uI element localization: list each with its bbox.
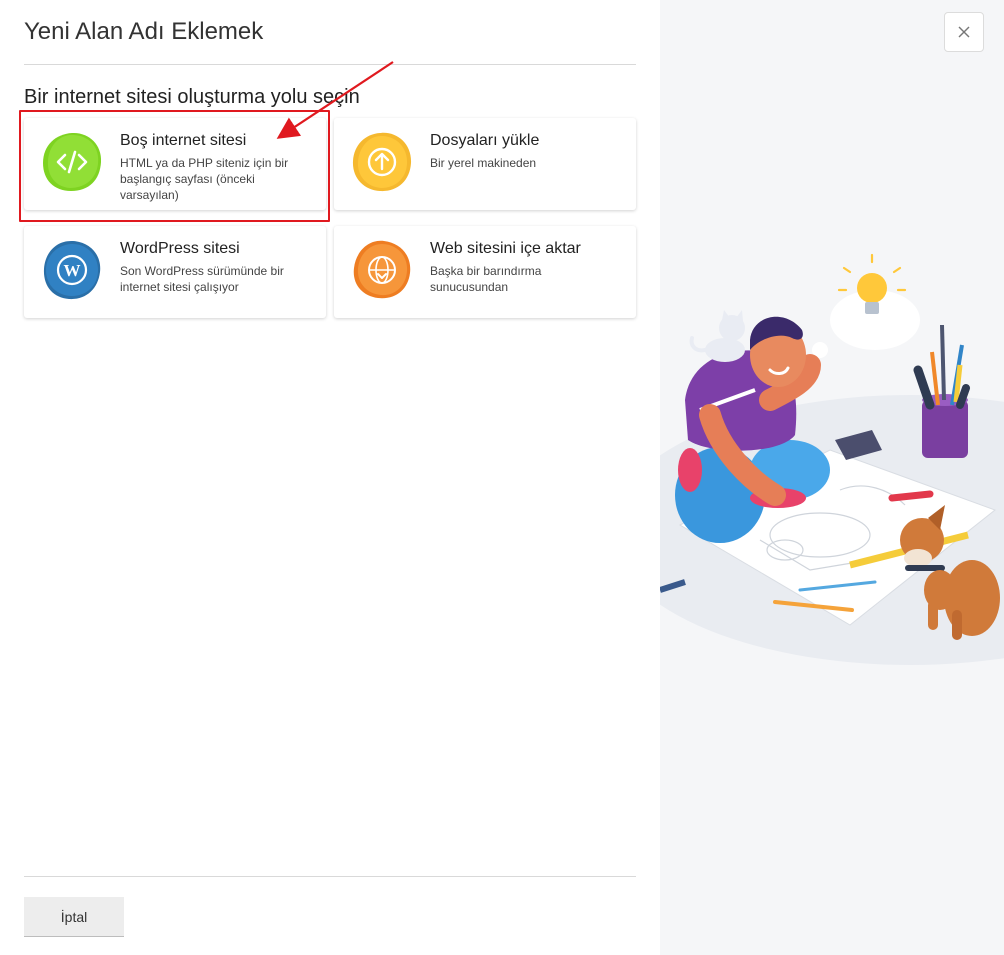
option-title: Web sitesini içe aktar [430, 240, 581, 257]
option-title: WordPress sitesi [120, 240, 240, 257]
option-description: Başka bir barındırma sunucusundan [430, 264, 542, 294]
option-card-wordpress[interactable]: W WordPress sitesi Son WordPress sürümün… [24, 226, 326, 318]
option-title: Dosyaları yükle [430, 132, 540, 149]
wordpress-icon: W [43, 240, 101, 300]
dialog-main-panel: Yeni Alan Adı Eklemek Bir internet sites… [0, 0, 660, 955]
cancel-button[interactable]: İptal [24, 897, 124, 937]
footer-divider [24, 876, 636, 877]
upload-icon [352, 132, 412, 192]
option-card-upload-files[interactable]: Dosyaları yükle Bir yerel makineden [334, 118, 636, 210]
option-description: Bir yerel makineden [430, 156, 537, 170]
annotation-highlight-box [19, 110, 330, 222]
option-card-import-site[interactable]: Web sitesini içe aktar Başka bir barındı… [334, 226, 636, 318]
close-button[interactable] [944, 12, 984, 52]
dialog-title: Yeni Alan Adı Eklemek [24, 18, 264, 45]
globe-import-icon [353, 240, 411, 299]
title-divider [24, 64, 636, 65]
section-title: Bir internet sitesi oluşturma yolu seçin [24, 86, 360, 108]
thinking-person-illustration [660, 253, 1004, 665]
option-description: Son WordPress sürümünde bir internet sit… [120, 264, 284, 294]
close-icon [958, 26, 970, 38]
svg-text:W: W [64, 261, 81, 280]
